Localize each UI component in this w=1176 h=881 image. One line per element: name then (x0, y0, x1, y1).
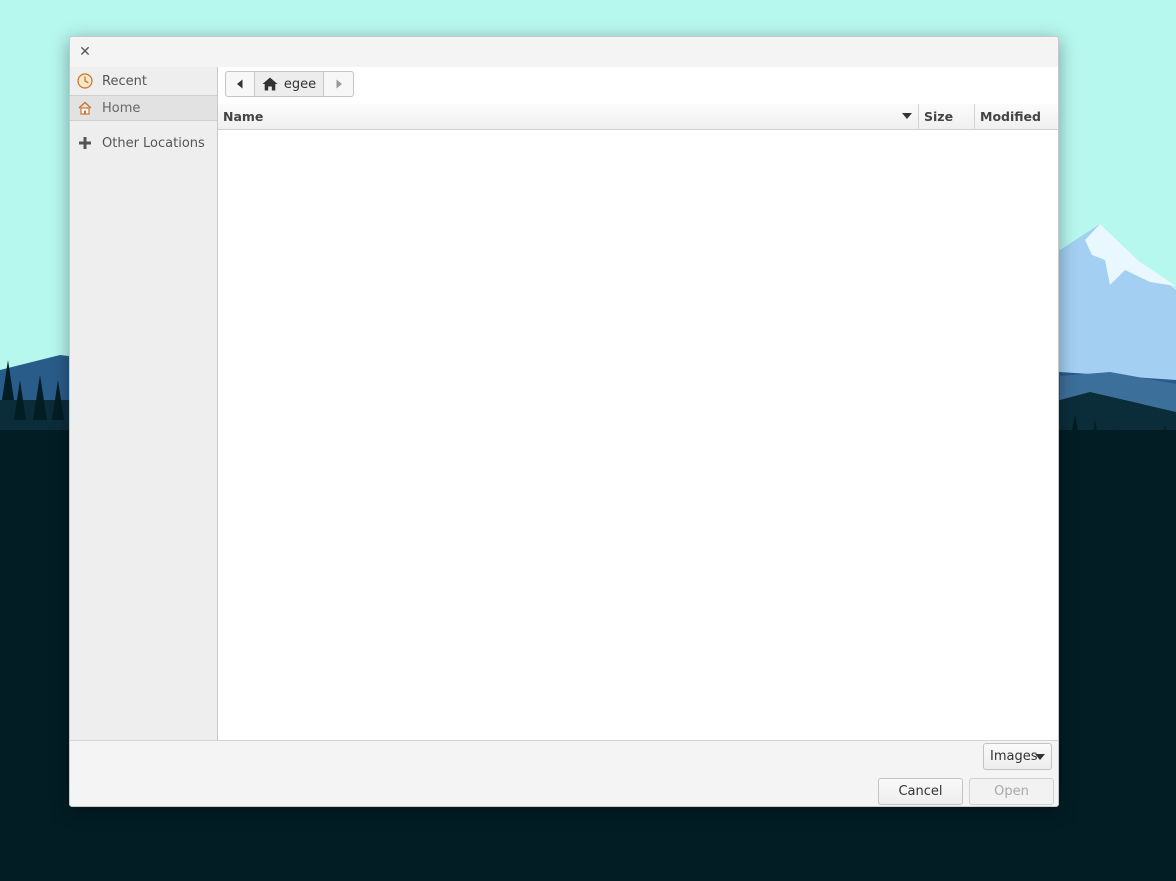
file-list-header: Name Size Modified (218, 104, 1058, 130)
sidebar-item-label: Recent (102, 73, 147, 89)
filter-selected-label: Images (990, 749, 1038, 764)
sidebar-item-recent[interactable]: Recent (70, 67, 217, 95)
path-home-button[interactable]: egee (255, 72, 324, 96)
column-header-modified[interactable]: Modified (975, 104, 1058, 129)
home-icon (262, 77, 278, 91)
sidebar-item-label: Home (102, 100, 141, 116)
file-chooser-dialog: ✕ Recent Home Other Locations egee Name … (69, 36, 1059, 807)
dialog-action-bar: Images Cancel Open (70, 740, 1058, 806)
sidebar-item-home[interactable]: Home (70, 95, 217, 121)
chevron-right-icon (336, 79, 342, 89)
chevron-left-icon (237, 79, 243, 89)
places-sidebar: Recent Home Other Locations (70, 67, 218, 740)
current-folder-label: egee (283, 76, 317, 92)
dialog-titlebar: ✕ (70, 37, 1058, 67)
sidebar-item-label: Other Locations (102, 135, 205, 151)
file-browser-pane: egee Name Size Modified (218, 67, 1058, 740)
path-buttons: egee (225, 71, 354, 97)
home-icon (76, 99, 94, 117)
chevron-down-icon (1035, 754, 1045, 760)
file-filter-dropdown[interactable]: Images (983, 743, 1052, 770)
column-header-name[interactable]: Name (218, 104, 919, 129)
column-label: Modified (980, 109, 1041, 124)
plus-icon (76, 134, 94, 152)
cancel-button[interactable]: Cancel (878, 778, 963, 805)
sidebar-item-other-locations[interactable]: Other Locations (70, 129, 217, 157)
column-header-size[interactable]: Size (919, 104, 975, 129)
path-bar: egee (218, 67, 1058, 105)
sidebar-separator (70, 121, 217, 129)
path-forward-button[interactable] (324, 72, 353, 96)
column-label: Name (223, 109, 264, 124)
sort-descending-icon (902, 113, 912, 119)
open-button[interactable]: Open (969, 778, 1054, 805)
recent-clock-icon (76, 72, 94, 90)
file-list[interactable] (218, 130, 1058, 740)
close-icon[interactable]: ✕ (76, 43, 94, 61)
column-label: Size (924, 109, 954, 124)
path-back-button[interactable] (226, 72, 255, 96)
